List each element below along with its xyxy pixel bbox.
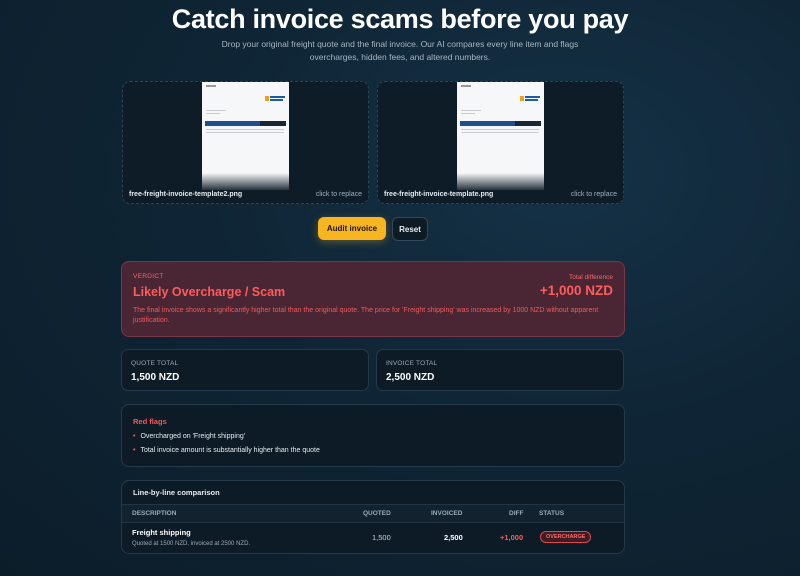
quote-upload-dropzone[interactable]: free-freight-invoice-template2.png click… xyxy=(122,81,369,204)
row-diff-value: +1,000 xyxy=(500,533,524,542)
red-flag-text: Total invoice amount is substantially hi… xyxy=(140,447,320,454)
status-badge: OVERCHARGE xyxy=(540,531,592,543)
column-header-diff: DIFF xyxy=(509,510,524,517)
invoice-total-value: 2,500 NZD xyxy=(386,372,435,383)
row-note: Quoted at 1500 NZD, invoiced at 2500 NZD… xyxy=(132,541,251,547)
quote-total-card: QUOTE TOTAL 1,500 NZD xyxy=(121,349,369,391)
red-flags-heading: Red flags xyxy=(133,417,167,426)
total-difference-value: +1,000 NZD xyxy=(539,283,613,298)
column-header-quoted: QUOTED xyxy=(363,510,391,517)
column-header-status: STATUS xyxy=(539,510,565,517)
red-flag-item: • Overcharged on 'Freight shipping' xyxy=(133,433,245,440)
row-quoted-value: 1,500 xyxy=(372,533,391,542)
audit-invoice-button[interactable]: Audit invoice xyxy=(318,217,386,240)
comparison-table-card: Line-by-line comparison DESCRIPTION QUOT… xyxy=(121,480,625,554)
verdict-label: VERDICT xyxy=(133,273,164,280)
invoice-total-label: INVOICE TOTAL xyxy=(386,360,438,367)
row-description: Freight shipping xyxy=(132,528,191,537)
column-header-description: DESCRIPTION xyxy=(132,510,177,517)
page-subtitle: Drop your original freight quote and the… xyxy=(221,39,579,62)
quote-total-value: 1,500 NZD xyxy=(131,372,180,383)
total-difference-label: Total difference xyxy=(569,274,613,281)
quote-replace-link[interactable]: click to replace xyxy=(316,191,362,198)
quote-total-label: QUOTE TOTAL xyxy=(131,360,179,367)
row-invoiced-value: 2,500 xyxy=(444,533,463,542)
invoice-replace-link[interactable]: click to replace xyxy=(571,191,617,198)
column-header-invoiced: INVOICED xyxy=(431,510,463,517)
verdict-title: Likely Overcharge / Scam xyxy=(133,285,286,299)
invoice-filename: free-freight-invoice-template.png xyxy=(384,191,494,198)
verdict-description: The final invoice shows a significantly … xyxy=(133,307,599,324)
red-flags-card: Red flags • Overcharged on 'Freight shipp… xyxy=(121,404,625,467)
verdict-card: VERDICT Likely Overcharge / Scam Total d… xyxy=(121,261,625,337)
bullet-icon: • xyxy=(133,433,136,440)
invoice-upload-dropzone[interactable]: free-freight-invoice-template.png click … xyxy=(377,81,624,204)
invoice-total-card: INVOICE TOTAL 2,500 NZD xyxy=(376,349,624,391)
quote-filename: free-freight-invoice-template2.png xyxy=(129,191,243,198)
comparison-heading: Line-by-line comparison xyxy=(133,488,220,497)
bullet-icon: • xyxy=(133,447,136,454)
red-flag-text: Overcharged on 'Freight shipping' xyxy=(140,433,246,440)
red-flag-item: • Total invoice amount is substantially h… xyxy=(133,447,320,454)
page-title: Catch invoice scams before you pay xyxy=(171,4,629,34)
reset-button[interactable]: Reset xyxy=(392,217,428,241)
